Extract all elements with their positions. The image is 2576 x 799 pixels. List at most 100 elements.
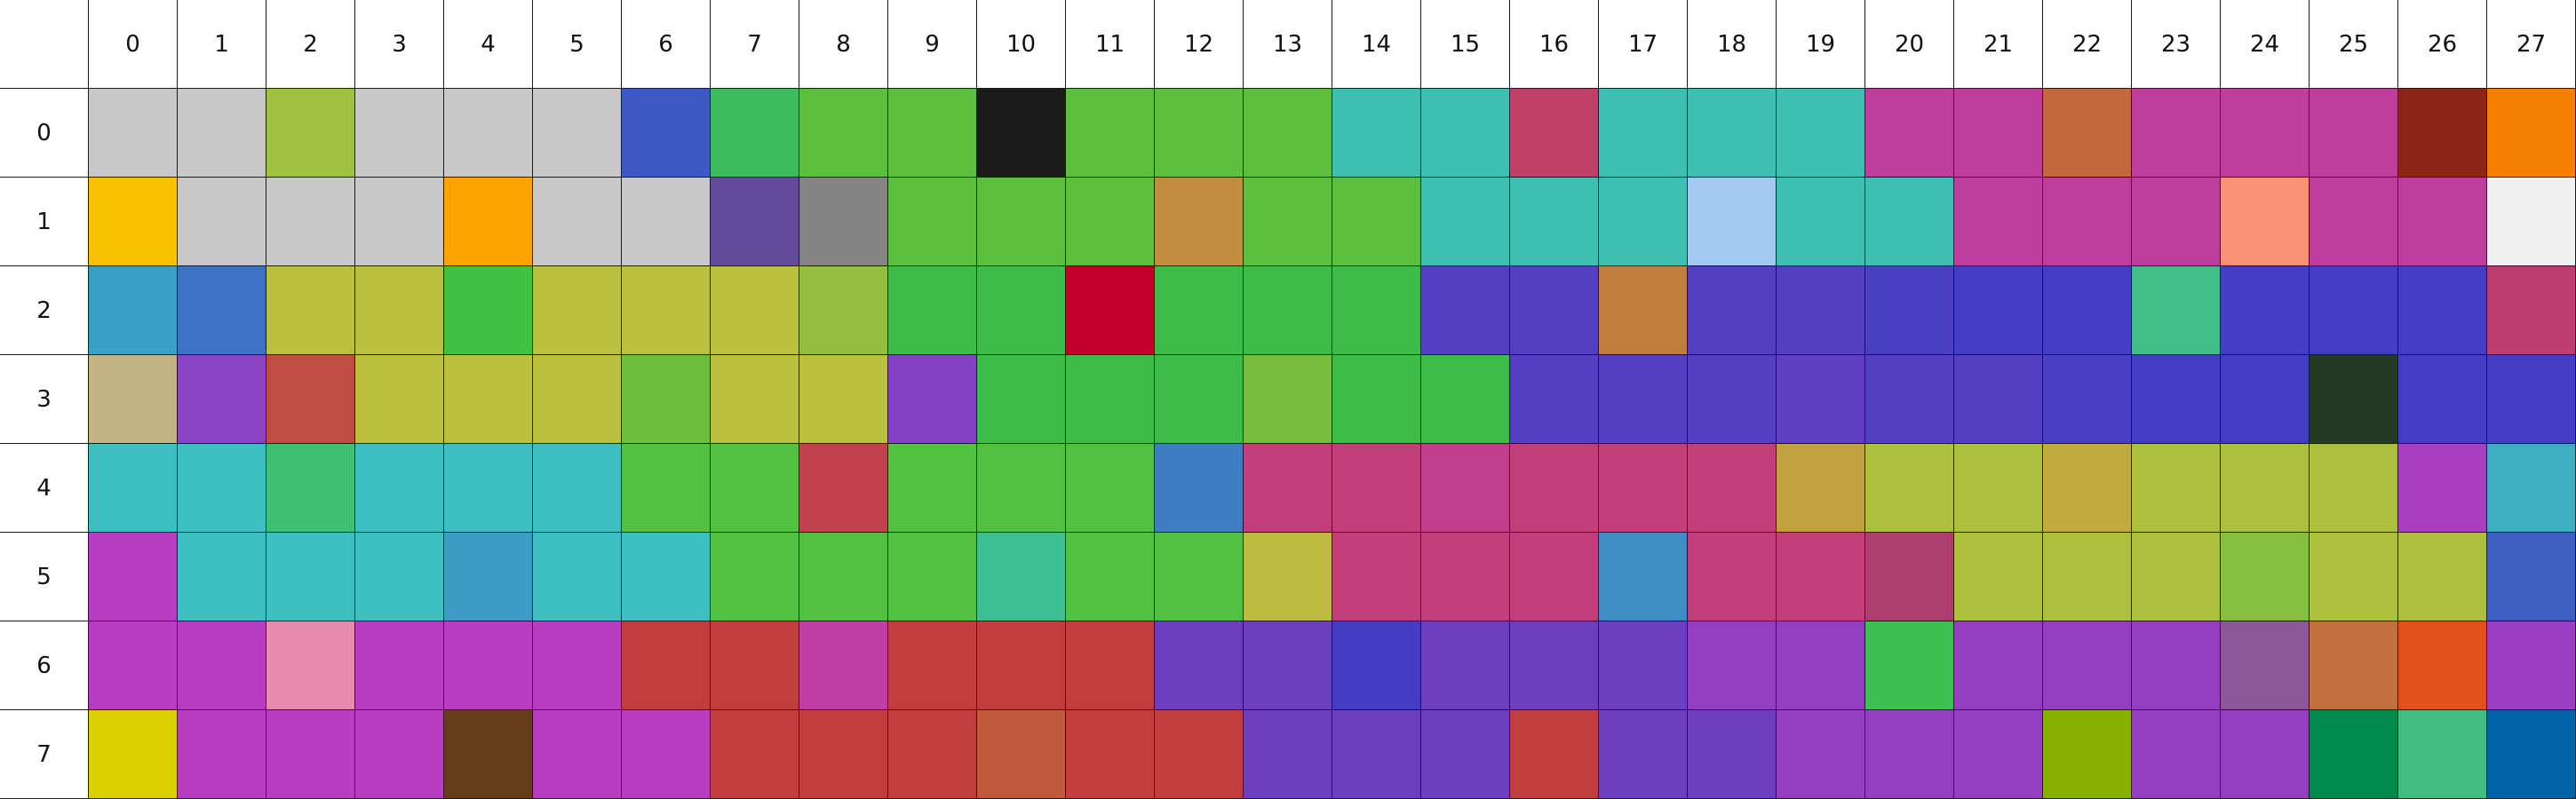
grid-cell bbox=[2398, 444, 2487, 533]
grid-cell bbox=[444, 533, 533, 621]
grid-cell bbox=[266, 710, 355, 799]
grid-cell bbox=[1954, 533, 2043, 621]
grid-cell bbox=[1421, 444, 1510, 533]
grid-cell bbox=[1599, 178, 1688, 266]
grid-cell bbox=[1510, 533, 1599, 621]
grid-cell bbox=[2043, 355, 2132, 444]
grid-cell bbox=[2221, 266, 2310, 355]
grid-cell bbox=[1599, 355, 1688, 444]
grid-cell bbox=[2398, 178, 2487, 266]
color-grid: 0 1 2 3 4 5 6 7 8 9 10 11 12 13 14 15 16 17 18 19 20 21 22 23 24… bbox=[0, 0, 2576, 799]
grid-cell bbox=[355, 533, 444, 621]
grid-cell bbox=[2132, 533, 2221, 621]
grid-cell bbox=[1510, 178, 1599, 266]
row-header-0: 0 bbox=[0, 89, 89, 178]
grid-cell bbox=[533, 178, 622, 266]
grid-cell bbox=[1688, 444, 1777, 533]
column-header-1: 1 bbox=[178, 0, 266, 89]
grid-cell bbox=[1332, 266, 1421, 355]
grid-cell bbox=[444, 444, 533, 533]
grid-cell bbox=[266, 533, 355, 621]
grid-cell bbox=[2398, 533, 2487, 621]
grid-cell bbox=[1244, 89, 1332, 178]
row-header-7: 7 bbox=[0, 710, 89, 799]
grid-cell bbox=[799, 444, 888, 533]
grid-cell bbox=[1688, 710, 1777, 799]
grid-cell bbox=[799, 621, 888, 710]
grid-cell bbox=[1954, 444, 2043, 533]
grid-cell bbox=[1688, 89, 1777, 178]
grid-cell bbox=[1244, 355, 1332, 444]
grid-cell bbox=[2487, 178, 2576, 266]
grid-cell bbox=[266, 355, 355, 444]
grid-cell bbox=[89, 89, 178, 178]
grid-cell bbox=[2398, 266, 2487, 355]
row-header-4: 4 bbox=[0, 444, 89, 533]
grid-cell bbox=[178, 355, 266, 444]
column-header-27: 27 bbox=[2487, 0, 2576, 89]
grid-cell bbox=[1066, 533, 1155, 621]
grid-cell bbox=[1421, 710, 1510, 799]
grid-cell bbox=[711, 710, 799, 799]
column-header-14: 14 bbox=[1332, 0, 1421, 89]
grid-cell bbox=[178, 710, 266, 799]
grid-cell bbox=[2221, 710, 2310, 799]
grid-cell bbox=[2398, 89, 2487, 178]
grid-cell bbox=[711, 621, 799, 710]
grid-cell bbox=[1332, 444, 1421, 533]
grid-cell bbox=[178, 89, 266, 178]
grid-cell bbox=[444, 621, 533, 710]
grid-cell bbox=[2398, 621, 2487, 710]
grid-cell bbox=[2310, 710, 2398, 799]
grid-cell bbox=[1865, 621, 1954, 710]
grid-cell bbox=[622, 178, 711, 266]
row-header-3: 3 bbox=[0, 355, 89, 444]
grid-cell bbox=[533, 710, 622, 799]
column-header-0: 0 bbox=[89, 0, 178, 89]
grid-cell bbox=[1865, 444, 1954, 533]
grid-cell bbox=[1510, 710, 1599, 799]
row-header-1: 1 bbox=[0, 178, 89, 266]
grid-cell bbox=[89, 178, 178, 266]
grid-cell bbox=[266, 266, 355, 355]
grid-cell bbox=[622, 444, 711, 533]
grid-cell bbox=[89, 444, 178, 533]
grid-cell bbox=[533, 444, 622, 533]
grid-cell bbox=[711, 355, 799, 444]
grid-cell bbox=[2043, 178, 2132, 266]
grid-cell bbox=[2043, 89, 2132, 178]
grid-cell bbox=[1155, 710, 1244, 799]
grid-cell bbox=[1244, 533, 1332, 621]
grid-cell bbox=[89, 533, 178, 621]
grid-cell bbox=[888, 89, 977, 178]
grid-cell bbox=[1244, 178, 1332, 266]
grid-cell bbox=[1599, 621, 1688, 710]
grid-cell bbox=[2310, 266, 2398, 355]
grid-cell bbox=[355, 621, 444, 710]
grid-cell bbox=[2398, 355, 2487, 444]
row-header-2: 2 bbox=[0, 266, 89, 355]
grid-cell bbox=[178, 178, 266, 266]
grid-cell bbox=[89, 710, 178, 799]
grid-cell bbox=[1599, 89, 1688, 178]
grid-cell bbox=[1510, 444, 1599, 533]
column-header-2: 2 bbox=[266, 0, 355, 89]
grid-cell bbox=[2132, 621, 2221, 710]
grid-cell bbox=[1155, 621, 1244, 710]
grid-cell bbox=[1954, 89, 2043, 178]
grid-cell bbox=[1421, 533, 1510, 621]
grid-cell bbox=[1066, 710, 1155, 799]
grid-cell bbox=[1954, 621, 2043, 710]
grid-cell bbox=[266, 89, 355, 178]
grid-cell bbox=[1421, 89, 1510, 178]
grid-cell bbox=[444, 178, 533, 266]
grid-cell bbox=[1865, 355, 1954, 444]
grid-cell bbox=[1688, 355, 1777, 444]
grid-cell bbox=[266, 621, 355, 710]
column-header-5: 5 bbox=[533, 0, 622, 89]
grid-cell bbox=[622, 355, 711, 444]
grid-cell bbox=[266, 178, 355, 266]
grid-cell bbox=[622, 266, 711, 355]
grid-cell bbox=[355, 444, 444, 533]
grid-cell bbox=[799, 266, 888, 355]
